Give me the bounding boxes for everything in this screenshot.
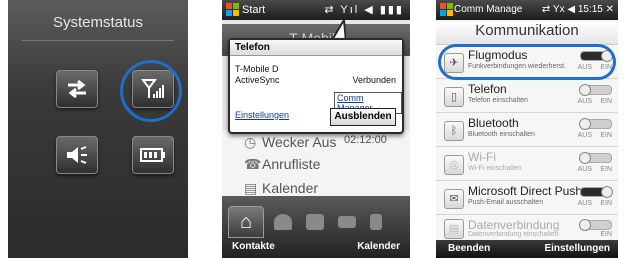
item-name: Wi-Fi [468, 150, 496, 164]
comm-bottombar: Beenden Einstellungen [436, 240, 618, 258]
title-divider [22, 40, 174, 41]
wifi-toggle[interactable] [579, 152, 612, 164]
off-label: AUS [577, 200, 592, 207]
item-name: Microsoft Direct Push [468, 184, 583, 198]
on-label: EIN [600, 200, 612, 207]
push-mail-icon: ✉ [444, 189, 464, 209]
phone-icon: ▯ [444, 87, 464, 107]
calendar-softkey[interactable]: Kalender [357, 241, 400, 252]
phone-row[interactable]: ▯ Telefon Telefon einschalten AUS EIN [436, 80, 618, 113]
systemstatus-title: Systemstatus [52, 14, 144, 31]
wifi-icon: ◎ [444, 155, 464, 175]
start-screen-panel: Start ⇄ Yıl ◀ ▮▮▮ T-Mobile ◷Wecker Aus 0… [222, 0, 410, 258]
start-title[interactable]: Start [242, 4, 265, 16]
highlight-circle [120, 60, 182, 122]
direct-push-toggle[interactable] [580, 186, 613, 198]
toggle-knob [601, 186, 613, 198]
on-label: EIN [600, 98, 612, 105]
item-desc: Push-Email ausschalten [468, 199, 544, 206]
item-desc: Bluetooth einschalten [468, 131, 535, 138]
status-icons[interactable]: ⇄ Yıl ◀ ▮▮▮ [324, 3, 404, 16]
toggle-knob [579, 118, 591, 130]
windows-logo-icon[interactable] [440, 3, 453, 16]
off-label: AUS [577, 166, 592, 173]
bluetooth-row[interactable]: ᛒ Bluetooth Bluetooth einschalten AUS EI… [436, 114, 618, 147]
battery-tile-button[interactable] [132, 136, 174, 174]
off-label: AUS [577, 98, 592, 105]
item-desc: Telefon einschalten [468, 97, 528, 104]
data-connection-icon: ▤ [444, 219, 464, 239]
alarm-time: 02:12:00 [344, 134, 387, 146]
phone-icon: ☎ [244, 156, 262, 172]
comm-topbar: Comm Manage ⇄ Yx ◀ 15:15 ✕ [436, 0, 618, 20]
off-label: AUS [577, 132, 592, 139]
highlight-circle [438, 44, 616, 80]
calendar-row[interactable]: ▤ Kalender [244, 180, 318, 197]
popup-title: Telefon [230, 40, 402, 56]
comm-topbar-title: Comm Manage [454, 4, 523, 15]
phone-popup: Telefon T-Mobile D ActiveSync Verbunden … [228, 38, 404, 134]
item-desc: Datenverbindung einschalten [468, 231, 559, 238]
person-icon[interactable] [274, 214, 292, 230]
phone-toggle[interactable] [579, 84, 612, 96]
battery-icon [140, 148, 165, 162]
start-bottombar: ⌂ Kontakte Kalender [222, 196, 410, 258]
mail-icon[interactable] [338, 216, 356, 228]
on-label: EIN [600, 132, 612, 139]
toggle-knob [579, 219, 591, 231]
connection-status: Verbunden [352, 75, 396, 85]
direct-push-row[interactable]: ✉ Microsoft Direct Push Push-Email aussc… [436, 182, 618, 215]
settings-link[interactable]: Einstellungen [235, 110, 289, 120]
volume-tile-button[interactable] [56, 136, 98, 174]
item-name: Datenverbindung [468, 218, 560, 232]
exit-softkey[interactable]: Beenden [448, 243, 490, 254]
call-log-row[interactable]: ☎Anrufliste [244, 156, 320, 173]
alarm-row[interactable]: ◷ Wecker Aus 02:12:00 [244, 134, 394, 151]
data-connection-row[interactable]: ▤ Datenverbindung Datenverbindung einsch… [436, 216, 618, 241]
comm-status-icons[interactable]: ⇄ Yx ◀ 15:15 ✕ [542, 4, 614, 15]
toggle-knob [579, 152, 591, 164]
communication-panel: Comm Manage ⇄ Yx ◀ 15:15 ✕ Kommunikation… [436, 0, 618, 258]
clock-icon: ◷ [244, 134, 257, 150]
sync-tile-button[interactable] [56, 70, 98, 108]
on-label: EIN [600, 231, 612, 238]
start-topbar: Start ⇄ Yıl ◀ ▮▮▮ [222, 0, 410, 20]
network-name: T-Mobile D [235, 64, 279, 74]
hide-button[interactable]: Ausblenden [330, 108, 396, 126]
item-desc: Wi-Fi einschalten [468, 165, 522, 172]
item-name: Bluetooth [468, 116, 519, 130]
wifi-row[interactable]: ◎ Wi-Fi Wi-Fi einschalten AUS EIN [436, 148, 618, 181]
data-connection-toggle[interactable] [579, 219, 612, 231]
speaker-icon [67, 146, 87, 164]
sync-arrows-icon [68, 79, 86, 99]
windows-logo-icon[interactable] [226, 3, 239, 16]
bluetooth-toggle[interactable] [579, 118, 612, 130]
communication-heading: Kommunikation [436, 22, 618, 45]
systemstatus-panel: Systemstatus [8, 0, 188, 258]
toggle-knob [579, 84, 591, 96]
bluetooth-icon: ᛒ [444, 121, 464, 141]
calendar-icon: ▤ [244, 180, 258, 196]
contacts-softkey[interactable]: Kontakte [232, 241, 275, 252]
settings-softkey[interactable]: Einstellungen [544, 243, 610, 254]
more-icon[interactable] [370, 214, 382, 230]
message-icon[interactable] [306, 214, 324, 230]
activesync-label: ActiveSync [235, 75, 280, 85]
on-label: EIN [600, 166, 612, 173]
item-name: Telefon [468, 82, 507, 96]
home-tab[interactable]: ⌂ [228, 206, 264, 238]
